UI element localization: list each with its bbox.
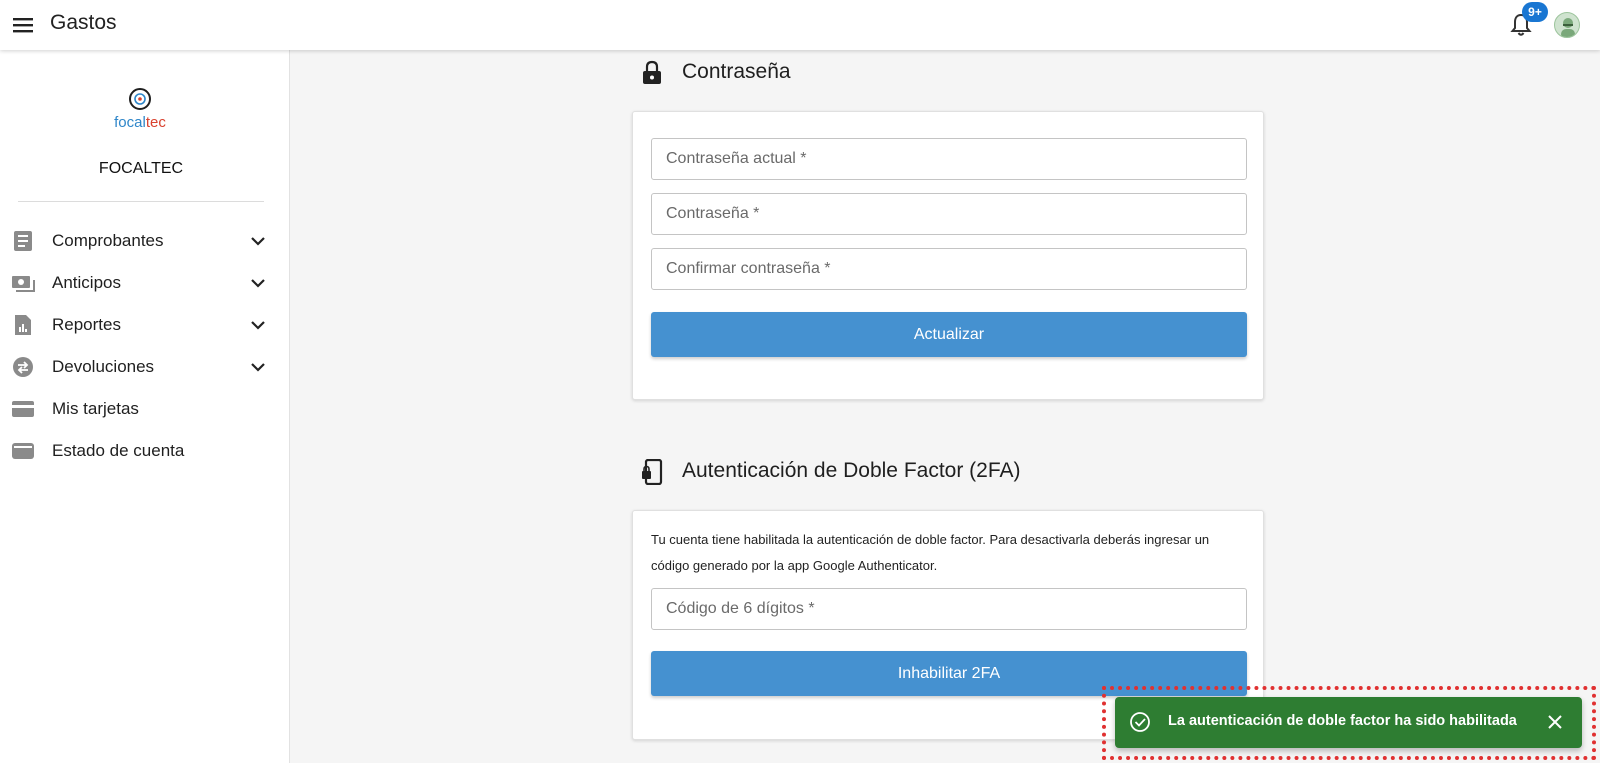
receipt-icon <box>11 230 35 252</box>
sidebar-item-mis-tarjetas[interactable]: Mis tarjetas <box>0 388 282 430</box>
sidebar-item-reportes[interactable]: Reportes <box>0 304 282 346</box>
sidebar-item-label: Estado de cuenta <box>52 441 185 460</box>
money-icon <box>11 272 35 294</box>
twofa-description: Tu cuenta tiene habilitada la autenticac… <box>651 532 1210 573</box>
chevron-down-icon[interactable] <box>250 359 266 375</box>
update-password-button[interactable]: Actualizar <box>651 312 1247 357</box>
sidebar-item-label: Reportes <box>52 315 121 334</box>
app-bar: Gastos 9+ <box>0 0 1600 50</box>
twofa-section-title: Autenticación de Doble Factor (2FA) <box>682 459 1021 482</box>
password-card: Actualizar <box>632 111 1264 400</box>
organization-name: FOCALTEC <box>98 160 184 177</box>
sidebar-item-estado-de-cuenta[interactable]: Estado de cuenta <box>0 430 282 472</box>
sidebar: focaltec FOCALTEC Comprobantes Anticipos… <box>0 50 290 763</box>
toast-message: La autenticación de doble factor ha sido… <box>1168 713 1517 729</box>
menu-icon[interactable] <box>12 14 34 36</box>
sidebar-item-label: Mis tarjetas <box>52 399 139 418</box>
focaltec-logo: focaltec <box>100 86 180 136</box>
logo-text-tec: tec <box>145 114 166 131</box>
twofa-code-field[interactable] <box>651 588 1247 630</box>
new-password-field[interactable] <box>651 193 1247 235</box>
phone-lock-icon <box>640 458 664 486</box>
sidebar-divider <box>18 201 264 202</box>
success-toast: La autenticación de doble factor ha sido… <box>1115 697 1582 748</box>
wallet-icon <box>11 440 35 462</box>
avatar[interactable] <box>1554 12 1580 38</box>
chevron-down-icon[interactable] <box>250 317 266 333</box>
sidebar-item-label: Comprobantes <box>52 231 164 250</box>
sidebar-item-label: Anticipos <box>52 273 121 292</box>
chevron-down-icon[interactable] <box>250 275 266 291</box>
sidebar-item-label: Devoluciones <box>52 357 155 376</box>
chevron-down-icon[interactable] <box>250 233 266 249</box>
password-section-title: Contraseña <box>682 60 791 83</box>
current-password-field[interactable] <box>651 138 1247 180</box>
exchange-icon <box>11 356 35 378</box>
logo-text-focal: focal <box>114 114 146 131</box>
confirm-password-field[interactable] <box>651 248 1247 290</box>
lock-icon <box>640 60 664 86</box>
report-icon <box>11 314 35 336</box>
close-icon[interactable] <box>1547 714 1563 730</box>
notification-badge: 9+ <box>1522 2 1548 22</box>
sidebar-item-comprobantes[interactable]: Comprobantes <box>0 220 282 262</box>
check-circle-icon <box>1129 711 1151 733</box>
card-icon <box>11 398 35 420</box>
sidebar-item-devoluciones[interactable]: Devoluciones <box>0 346 282 388</box>
logo-text: focaltec <box>100 114 180 131</box>
app-title: Gastos <box>50 11 117 34</box>
sidebar-item-anticipos[interactable]: Anticipos <box>0 262 282 304</box>
